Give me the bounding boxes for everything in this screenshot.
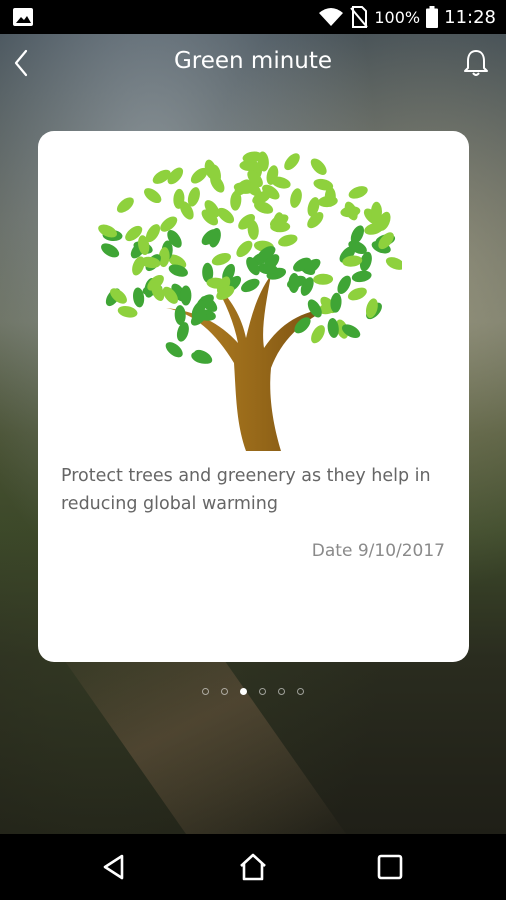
road-decoration [45, 634, 375, 834]
page-dot[interactable] [297, 688, 304, 695]
page-dot[interactable] [278, 688, 285, 695]
home-icon[interactable] [237, 851, 269, 883]
page-dot[interactable] [259, 688, 266, 695]
tip-message: Protect trees and greenery as they help … [61, 466, 431, 514]
battery-percent: 100% [374, 7, 421, 27]
gallery-icon [13, 8, 33, 26]
leaf-shape [176, 322, 189, 342]
battery-icon [426, 6, 439, 28]
leaf-shape [310, 158, 327, 175]
page-dot[interactable] [240, 688, 247, 695]
leaf-shape [371, 201, 382, 222]
leaf-shape [290, 188, 302, 208]
leaf-shape [116, 197, 134, 213]
tip-card[interactable]: Protect trees and greenery as they help … [38, 131, 469, 662]
leaf-shape [180, 285, 192, 306]
leaf-shape [351, 270, 372, 283]
status-bar: 100% 11:28 [0, 0, 506, 34]
wifi-icon [319, 8, 344, 26]
page-dot[interactable] [221, 688, 228, 695]
leaf-shape [313, 273, 334, 285]
bell-icon[interactable] [460, 47, 492, 79]
leaf-shape [385, 257, 402, 270]
clock: 11:28 [444, 6, 496, 28]
leaf-shape [311, 325, 325, 344]
leaf-shape [144, 188, 162, 204]
leaf-shape [347, 287, 367, 301]
navigation-bar [0, 834, 506, 900]
leaf-shape [101, 243, 120, 258]
leaf-shape [241, 278, 260, 293]
leaf-shape [117, 306, 138, 318]
leaf-shape [278, 234, 298, 247]
leaf-shape [165, 342, 183, 358]
no-sim-icon [350, 6, 369, 28]
leaf-shape [348, 186, 368, 199]
recents-icon[interactable] [374, 851, 406, 883]
tip-date: Date 9/10/2017 [311, 541, 445, 561]
page-dot[interactable] [202, 688, 209, 695]
app-header: Green minute [0, 34, 506, 94]
leaf-shape [284, 153, 300, 171]
nav-back-icon[interactable] [98, 851, 130, 883]
page-indicator [0, 688, 506, 695]
leaf-shape [236, 240, 253, 258]
page-title: Green minute [173, 48, 333, 74]
tree-illustration [98, 151, 402, 451]
leaf-shape [288, 273, 300, 293]
